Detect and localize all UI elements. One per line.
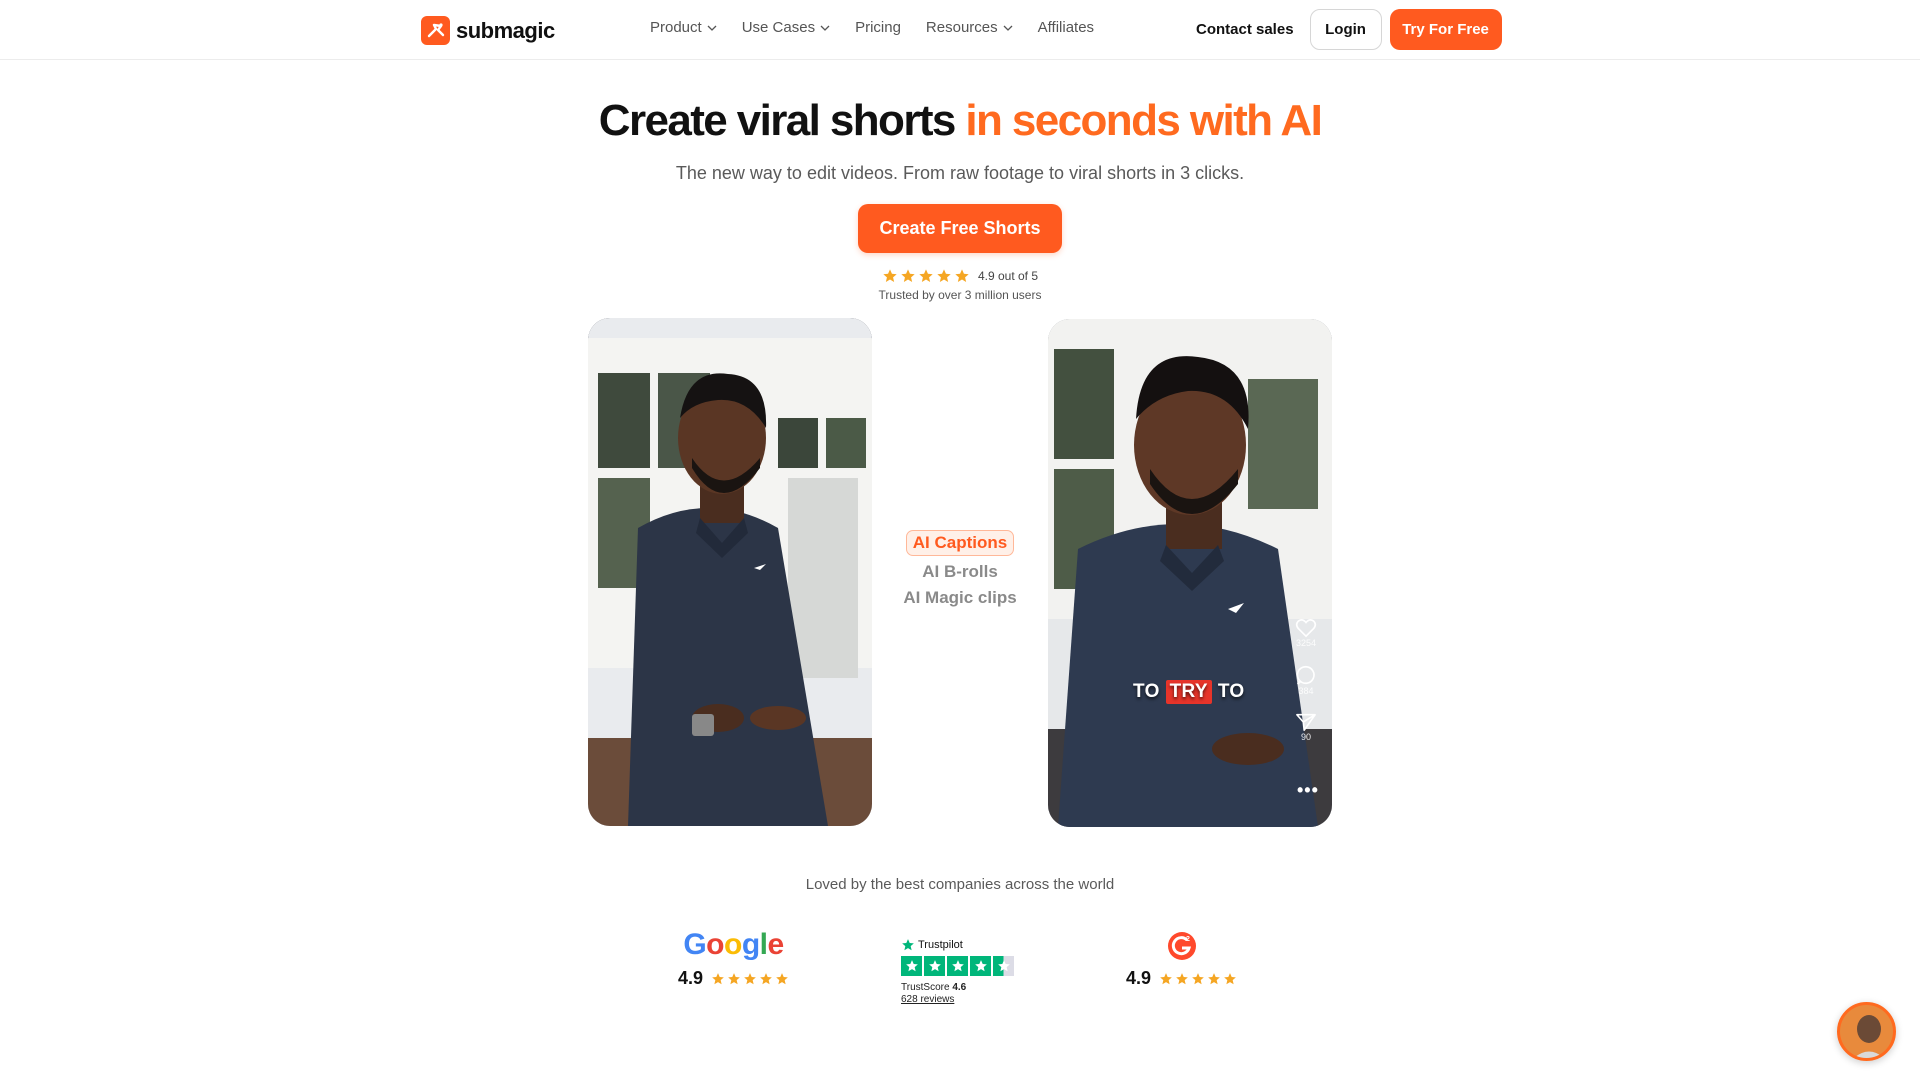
rating-text: 4.9 out of 5 — [977, 269, 1039, 283]
send-icon — [1296, 713, 1316, 731]
trustpilot-star-box — [970, 956, 991, 976]
menu-item-pricing[interactable]: Pricing — [855, 19, 901, 36]
trustpilot-logo-text: Trustpilot — [918, 939, 963, 951]
feature-ai-captions[interactable]: AI Captions — [905, 530, 1015, 556]
headline-main: Create viral shorts — [598, 96, 966, 145]
caption-word: TO — [1217, 681, 1245, 702]
contact-sales-link[interactable]: Contact sales — [1196, 21, 1294, 38]
menu-item-label: Pricing — [855, 19, 901, 36]
create-free-shorts-button[interactable]: Create Free Shorts — [858, 204, 1062, 253]
star-icon — [760, 972, 772, 984]
star-icon — [937, 269, 951, 282]
trustpilot-stars — [901, 956, 1014, 976]
top-nav: submagic Product Use Cases Pricing Resou… — [0, 0, 1920, 60]
menu-item-affiliates[interactable]: Affiliates — [1038, 19, 1094, 36]
chevron-down-icon — [820, 25, 830, 31]
feature-ai-magic-clips[interactable]: AI Magic clips — [903, 588, 1016, 608]
menu-item-label: Resources — [925, 19, 998, 36]
share-count: 90 — [1300, 732, 1311, 742]
svg-text:2: 2 — [1186, 936, 1190, 943]
logo[interactable]: submagic — [421, 16, 555, 45]
trustpilot-star-box — [947, 956, 968, 976]
hero-subhead: The new way to edit videos. From raw foo… — [675, 163, 1245, 183]
star-icon — [712, 972, 724, 984]
like-action[interactable]: 3254 — [1295, 618, 1317, 648]
rating-row: 4.9 out of 5 — [0, 268, 1920, 284]
comment-count: 384 — [1298, 686, 1314, 696]
logo-text: submagic — [456, 17, 555, 43]
more-options-icon[interactable]: ••• — [1297, 780, 1319, 801]
video-caption-overlay: TO TRY TO — [1133, 680, 1245, 704]
google-score-row: 4.9 — [678, 968, 789, 989]
trustscore-line: TrustScore 4.6 — [901, 982, 1014, 993]
star-icon — [919, 269, 933, 282]
chevron-down-icon — [1003, 25, 1013, 31]
star-icon — [776, 972, 788, 984]
chevron-down-icon — [707, 25, 717, 31]
google-rating-badge: Google 4.9 — [678, 928, 789, 989]
trustpilot-star-icon — [902, 939, 914, 951]
star-icon — [744, 972, 756, 984]
share-action[interactable]: 90 — [1295, 712, 1317, 742]
trustscore-value: 4.6 — [952, 982, 967, 993]
caption-word: TO — [1133, 681, 1160, 702]
star-icon — [1192, 972, 1204, 984]
video-action-bar: 3254 384 90 — [1290, 618, 1322, 756]
support-chat-avatar[interactable] — [1837, 1002, 1896, 1061]
menu-item-resources[interactable]: Resources — [926, 19, 1013, 36]
star-icon — [955, 269, 969, 282]
nav-actions: Contact sales Login Try For Free — [1196, 9, 1502, 50]
main-menu: Product Use Cases Pricing Resources Affi… — [650, 19, 1094, 36]
star-icon — [1160, 972, 1172, 984]
feature-list: AI Captions AI B-rolls AI Magic clips — [880, 530, 1040, 608]
feature-ai-b-rolls[interactable]: AI B-rolls — [922, 562, 998, 582]
rating-stars — [882, 268, 970, 284]
try-for-free-button[interactable]: Try For Free — [1389, 9, 1502, 50]
star-icon — [728, 972, 740, 984]
caption-word-highlighted: TRY — [1165, 680, 1212, 704]
trustpilot-header: Trustpilot — [901, 938, 1014, 952]
star-icon — [901, 269, 915, 282]
comment-action[interactable]: 384 — [1295, 664, 1317, 696]
menu-item-product[interactable]: Product — [650, 19, 717, 36]
google-stars — [711, 972, 789, 986]
g2-rating-badge: 2 4.9 — [1126, 930, 1237, 989]
trusted-text: Trusted by over 3 million users — [878, 288, 1042, 302]
google-logo: Google — [683, 928, 784, 961]
menu-item-label: Use Cases — [741, 19, 816, 36]
heart-icon — [1295, 619, 1317, 638]
trustpilot-star-box — [901, 956, 922, 976]
login-button[interactable]: Login — [1309, 9, 1382, 50]
trustpilot-badge[interactable]: Trustpilot TrustScore 4.6 628 reviews — [901, 938, 1014, 1005]
submagic-logo-icon — [421, 16, 450, 45]
menu-item-label: Affiliates — [1037, 19, 1095, 36]
hero-headline: Create viral shorts in seconds with AI — [0, 96, 1920, 146]
avatar-image — [1840, 1005, 1893, 1058]
star-icon — [1176, 972, 1188, 984]
loved-by-heading: Loved by the best companies across the w… — [805, 876, 1115, 893]
g2-stars — [1159, 972, 1237, 986]
menu-item-label: Product — [650, 19, 702, 36]
raw-video-preview[interactable] — [588, 318, 872, 826]
trustscore-label: TrustScore — [901, 982, 950, 993]
star-icon — [883, 269, 897, 282]
star-icon — [1208, 972, 1220, 984]
google-score: 4.9 — [678, 968, 704, 988]
trustpilot-star-box — [924, 956, 945, 976]
raw-footage-image — [588, 318, 872, 826]
g2-logo-icon: 2 — [1167, 932, 1196, 960]
g2-score: 4.9 — [1126, 968, 1152, 988]
trustpilot-reviews-link[interactable]: 628 reviews — [901, 994, 1014, 1005]
trustpilot-star-box-half — [993, 956, 1014, 976]
g2-score-row: 4.9 — [1126, 968, 1237, 989]
menu-item-use-cases[interactable]: Use Cases — [742, 19, 830, 36]
star-icon — [1224, 972, 1236, 984]
like-count: 3254 — [1295, 638, 1317, 648]
comment-icon — [1296, 665, 1315, 685]
headline-accent: in seconds with AI — [965, 96, 1322, 145]
